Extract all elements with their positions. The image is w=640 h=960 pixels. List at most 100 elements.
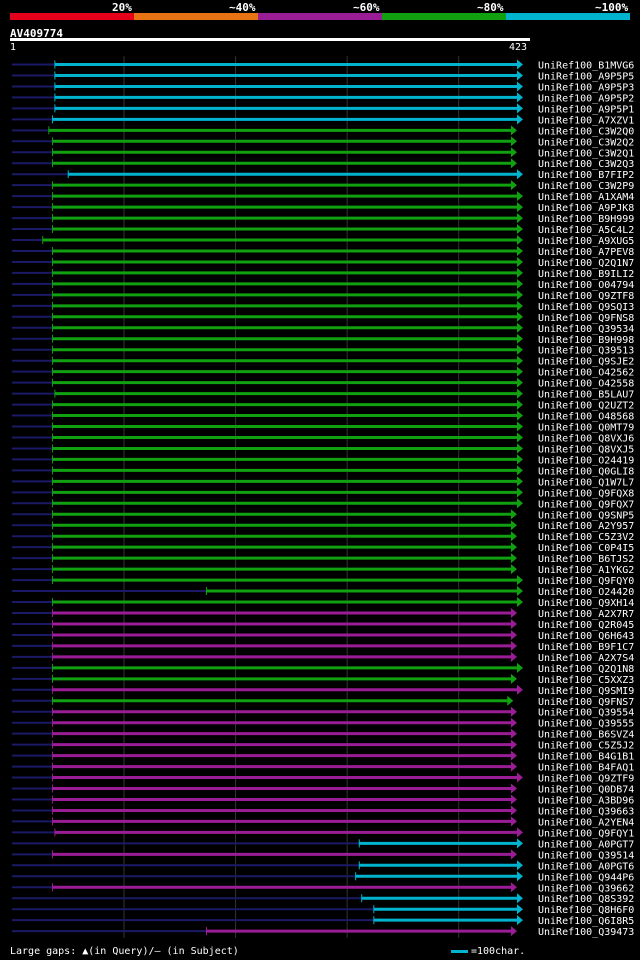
- hit-label: UniRef100_Q8VXJ6: [538, 433, 634, 444]
- hit-arrowhead: [517, 300, 523, 311]
- hit-arrowhead: [517, 388, 523, 399]
- hit-arrowhead: [517, 81, 523, 92]
- hit-label: UniRef100_A9P5P1: [538, 104, 634, 115]
- hit-arrowhead: [510, 629, 517, 640]
- hit-arrowhead: [517, 575, 523, 586]
- hit-label: UniRef100_B9H999: [538, 214, 634, 225]
- hit-label: UniRef100_Q9ZTF9: [538, 774, 634, 785]
- hit-label: UniRef100_C5Z5J2: [538, 741, 634, 752]
- hit-arrowhead: [517, 366, 523, 377]
- hit-label: UniRef100_A2X7S4: [538, 653, 634, 664]
- hit-label: UniRef100_Q6I8R5: [538, 916, 634, 927]
- hit-label: UniRef100_B9H998: [538, 335, 634, 346]
- scale-label: =100char.: [471, 946, 526, 957]
- hit-arrowhead: [517, 333, 523, 344]
- hit-arrowhead: [510, 618, 517, 629]
- hit-label: UniRef100_C3W2P9: [538, 181, 634, 192]
- hit-arrowhead: [517, 202, 523, 213]
- hit-label: UniRef100_A9XUG5: [538, 236, 634, 247]
- hit-arrowhead: [510, 761, 517, 772]
- hit-label: UniRef100_Q1W7L7: [538, 477, 634, 488]
- hit-label: UniRef100_B9ILI2: [538, 269, 634, 280]
- hit-label: UniRef100_B4FAQ1: [538, 763, 634, 774]
- hit-arrowhead: [510, 608, 517, 618]
- hit-arrowhead: [510, 673, 517, 684]
- hit-arrowhead: [517, 256, 523, 267]
- hit-arrowhead: [510, 651, 517, 662]
- hit-label: UniRef100_C3W2Q1: [538, 148, 634, 159]
- hit-label: UniRef100_Q39662: [538, 883, 634, 894]
- hit-label: UniRef100_A9P5P2: [538, 93, 634, 104]
- hit-arrowhead: [517, 377, 523, 388]
- hit-label: UniRef100_Q944P6: [538, 872, 634, 883]
- hit-arrowhead: [510, 816, 517, 827]
- hit-arrowhead: [517, 355, 523, 366]
- hit-label: UniRef100_Q39555: [538, 719, 634, 730]
- hit-arrowhead: [517, 498, 523, 509]
- hit-label: UniRef100_Q39534: [538, 324, 634, 335]
- hit-arrowhead: [517, 92, 523, 103]
- hit-label: UniRef100_Q9SNP5: [538, 510, 634, 521]
- hit-arrowhead: [517, 476, 523, 487]
- hit-arrowhead: [517, 235, 523, 246]
- hit-label: UniRef100_A9P5P5: [538, 71, 634, 82]
- hit-label: UniRef100_A3BD96: [538, 795, 634, 806]
- hit-arrowhead: [510, 564, 517, 575]
- hit-label: UniRef100_Q2R045: [538, 620, 634, 631]
- hit-label: UniRef100_B1MVG6: [538, 61, 634, 72]
- hit-arrowhead: [517, 289, 523, 300]
- hit-label: UniRef100_A2Y957: [538, 521, 634, 532]
- hit-arrowhead: [517, 421, 523, 432]
- hit-arrowhead: [510, 520, 517, 531]
- hit-label: UniRef100_Q9FQX8: [538, 488, 634, 499]
- hit-arrowhead: [517, 114, 523, 125]
- hit-arrowhead: [517, 586, 523, 597]
- hit-label: UniRef100_Q8S392: [538, 894, 634, 905]
- hit-label: UniRef100_C0P4I5: [538, 543, 634, 554]
- hit-label: UniRef100_B4G1B1: [538, 752, 634, 763]
- hit-arrowhead: [510, 125, 517, 136]
- hit-arrowhead: [517, 662, 523, 673]
- hit-label: UniRef100_A5C4L2: [538, 225, 634, 236]
- hit-arrowhead: [517, 838, 523, 849]
- hit-arrowhead: [517, 860, 523, 871]
- hit-label: UniRef100_B7FIP2: [538, 170, 634, 181]
- scale-bar: [451, 950, 468, 953]
- hit-label: UniRef100_A1XAM4: [538, 192, 634, 203]
- hit-arrowhead: [517, 915, 523, 926]
- hit-arrowhead: [510, 509, 517, 520]
- hit-arrowhead: [517, 70, 523, 81]
- hit-arrowhead: [510, 531, 517, 542]
- hit-label: UniRef100_C5Z3V2: [538, 532, 634, 543]
- hit-arrowhead: [517, 684, 523, 695]
- hit-arrowhead: [510, 805, 517, 816]
- hit-arrowhead: [510, 926, 517, 937]
- hit-label: UniRef100_Q39473: [538, 927, 634, 938]
- hit-arrowhead: [510, 136, 517, 147]
- hit-label: UniRef100_A7PEV8: [538, 247, 634, 258]
- hit-arrowhead: [517, 322, 523, 333]
- hit-arrowhead: [517, 191, 523, 202]
- hit-label: UniRef100_C3W2Q0: [538, 126, 634, 137]
- hit-arrowhead: [517, 827, 523, 838]
- hit-label: UniRef100_O04794: [538, 280, 634, 291]
- hit-arrowhead: [517, 59, 523, 70]
- hit-arrowhead: [510, 147, 517, 158]
- hit-arrowhead: [517, 487, 523, 498]
- hit-label: UniRef100_Q39514: [538, 850, 634, 861]
- hit-label: UniRef100_Q9FNS8: [538, 313, 634, 324]
- hit-label: UniRef100_Q39554: [538, 708, 634, 719]
- hit-arrowhead: [517, 103, 523, 114]
- hit-label: UniRef100_B6TJS2: [538, 554, 634, 565]
- hit-label: UniRef100_A2X7R7: [538, 609, 634, 620]
- hit-arrowhead: [510, 849, 517, 860]
- hit-label: UniRef100_C3W2Q2: [538, 137, 634, 148]
- hit-arrowhead: [510, 553, 517, 564]
- alignment-chart: UniRef100_B1MVG6UniRef100_A9P5P5 UniRef10…: [12, 56, 634, 938]
- hit-label: UniRef100_A2YEN4: [538, 817, 634, 828]
- hit-label: UniRef100_Q39513: [538, 346, 634, 357]
- hit-label: UniRef100_Q8VXJ5: [538, 444, 634, 455]
- hit-arrowhead: [517, 245, 523, 256]
- hit-label: UniRef100_A0PGT7: [538, 839, 634, 850]
- hit-arrowhead: [510, 717, 517, 728]
